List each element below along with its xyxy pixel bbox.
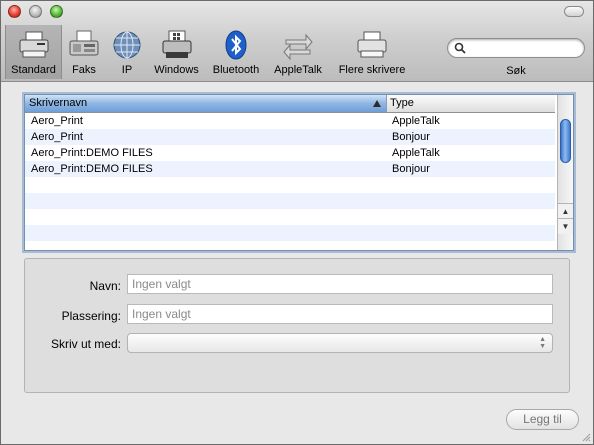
tool-label: AppleTalk bbox=[274, 64, 322, 76]
cell-type: Bonjour bbox=[392, 131, 430, 143]
tool-standard[interactable]: Standard bbox=[5, 25, 62, 79]
tool-label: Windows bbox=[154, 64, 199, 76]
table-row[interactable]: Aero_Print:DEMO FILES Bonjour bbox=[25, 161, 555, 177]
table-row-empty bbox=[25, 177, 555, 193]
tool-label: Faks bbox=[72, 64, 96, 76]
cell-printer-name: Aero_Print:DEMO FILES bbox=[31, 147, 153, 159]
name-label: Navn: bbox=[89, 279, 121, 293]
appletalk-arrows-icon bbox=[283, 33, 313, 61]
column-header-label: Type bbox=[390, 97, 414, 109]
fax-icon bbox=[69, 30, 99, 56]
cell-type: Bonjour bbox=[392, 163, 430, 175]
toolbar-toggle-button[interactable] bbox=[564, 6, 584, 17]
cell-type: AppleTalk bbox=[392, 147, 440, 159]
table-row[interactable]: Aero_Print AppleTalk bbox=[25, 113, 555, 129]
tool-label: IP bbox=[121, 64, 133, 76]
column-header-printer-name[interactable]: Skrivernavn bbox=[25, 95, 387, 112]
table-rows: Aero_Print AppleTalk Aero_Print Bonjour … bbox=[25, 113, 555, 241]
printer-table[interactable]: Skrivernavn Type Aero_Print AppleTalk Ae… bbox=[24, 94, 574, 251]
scroll-up-arrow-icon[interactable]: ▲ bbox=[558, 203, 573, 219]
scrollbar-thumb[interactable] bbox=[560, 119, 571, 163]
tool-bluetooth[interactable]: Bluetooth bbox=[208, 25, 264, 79]
vertical-scrollbar[interactable]: ▲ ▼ bbox=[557, 95, 573, 250]
select-arrows-icon: ▲ ▼ bbox=[539, 336, 546, 350]
tool-label: Bluetooth bbox=[212, 64, 260, 76]
table-header: Skrivernavn Type bbox=[25, 95, 555, 113]
location-field[interactable]: Ingen valgt bbox=[127, 304, 553, 324]
tool-appletalk[interactable]: AppleTalk bbox=[269, 25, 327, 79]
cell-printer-name: Aero_Print bbox=[31, 131, 83, 143]
zoom-button[interactable] bbox=[50, 5, 63, 18]
close-button[interactable] bbox=[8, 5, 21, 18]
table-row-empty bbox=[25, 193, 555, 209]
search-label: Søk bbox=[506, 65, 526, 77]
table-row[interactable]: Aero_Print:DEMO FILES AppleTalk bbox=[25, 145, 555, 161]
table-row[interactable]: Aero_Print Bonjour bbox=[25, 129, 555, 145]
column-header-label: Skrivernavn bbox=[29, 97, 88, 109]
location-label: Plassering: bbox=[61, 309, 121, 323]
cell-type: AppleTalk bbox=[392, 115, 440, 127]
globe-ip-icon bbox=[113, 31, 141, 59]
more-printers-icon bbox=[357, 31, 387, 58]
bluetooth-icon bbox=[225, 30, 247, 60]
search-input[interactable] bbox=[470, 40, 578, 56]
print-using-select[interactable]: ▲ ▼ bbox=[127, 333, 553, 353]
tool-label: Flere skrivere bbox=[338, 64, 406, 76]
scroll-down-arrow-icon[interactable]: ▼ bbox=[558, 218, 573, 234]
printer-details-box: Navn: Ingen valgt Plassering: Ingen valg… bbox=[24, 258, 570, 393]
resize-grip-icon[interactable] bbox=[581, 432, 591, 442]
search-field[interactable] bbox=[447, 38, 585, 58]
table-row-empty bbox=[25, 225, 555, 241]
sort-ascending-icon bbox=[373, 100, 381, 107]
table-row-empty bbox=[25, 209, 555, 225]
minimize-button[interactable] bbox=[29, 5, 42, 18]
add-printer-window: Standard Faks IP Windows Bluetooth Apple… bbox=[0, 0, 594, 445]
column-header-type[interactable]: Type bbox=[387, 95, 555, 112]
print-using-label: Skriv ut med: bbox=[50, 337, 121, 351]
tool-more-printers[interactable]: Flere skrivere bbox=[332, 25, 412, 79]
tool-fax[interactable]: Faks bbox=[63, 25, 105, 79]
toolbar: Standard Faks IP Windows Bluetooth Apple… bbox=[1, 1, 593, 82]
add-button[interactable]: Legg til bbox=[506, 409, 579, 430]
cell-printer-name: Aero_Print bbox=[31, 115, 83, 127]
name-field[interactable]: Ingen valgt bbox=[127, 274, 553, 294]
tool-ip[interactable]: IP bbox=[107, 25, 147, 79]
tool-label: Standard bbox=[11, 64, 56, 76]
cell-printer-name: Aero_Print:DEMO FILES bbox=[31, 163, 153, 175]
printer-standard-icon bbox=[19, 31, 48, 58]
windows-printer-icon bbox=[162, 30, 191, 58]
search-icon bbox=[454, 42, 466, 54]
tool-windows[interactable]: Windows bbox=[149, 25, 204, 79]
